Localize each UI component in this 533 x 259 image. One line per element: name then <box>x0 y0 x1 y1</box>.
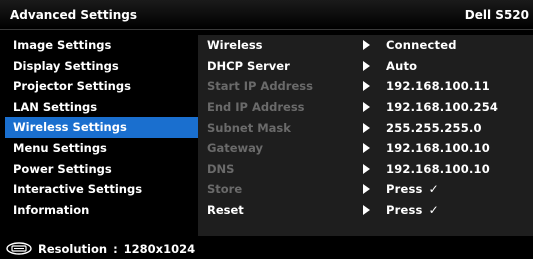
setting-row-wireless[interactable]: Wireless Connected <box>198 35 533 56</box>
setting-label: Reset <box>207 203 244 218</box>
setting-value: 192.168.100.10 <box>386 161 490 176</box>
arrow-right-icon <box>363 60 370 71</box>
resolution-separator: : <box>113 241 118 256</box>
setting-value: 192.168.100.254 <box>386 100 499 115</box>
menu-item-menu-settings[interactable]: Menu Settings <box>5 138 198 159</box>
resolution-label: Resolution <box>38 241 108 256</box>
setting-row-end-ip-address: End IP Address 192.168.100.254 <box>198 97 533 118</box>
setting-row-dns: DNS 192.168.100.10 <box>198 159 533 180</box>
menu-item-interactive-settings[interactable]: Interactive Settings <box>5 179 198 200</box>
arrow-right-icon <box>363 184 370 195</box>
setting-value: Press <box>386 203 423 218</box>
arrow-right-icon <box>363 163 370 174</box>
resolution-value: 1280x1024 <box>123 241 196 256</box>
wireless-settings-panel: Wireless Connected DHCP Server Auto Star… <box>198 35 533 236</box>
setting-value: Connected <box>386 38 457 53</box>
setting-value: 192.168.100.11 <box>386 79 490 94</box>
setting-label: DHCP Server <box>207 58 290 73</box>
arrow-right-icon <box>363 40 370 51</box>
arrow-right-icon <box>363 102 370 113</box>
setting-label: Subnet Mask <box>207 120 291 135</box>
setting-row-start-ip-address: Start IP Address 192.168.100.11 <box>198 76 533 97</box>
input-source-icon <box>6 242 32 255</box>
setting-row-reset[interactable]: Reset Press ✓ <box>198 200 533 221</box>
arrow-right-icon <box>363 143 370 154</box>
checkmark-icon: ✓ <box>428 182 439 197</box>
menu-item-projector-settings[interactable]: Projector Settings <box>5 76 198 97</box>
setting-row-dhcp-server[interactable]: DHCP Server Auto <box>198 56 533 77</box>
status-bar: Resolution : 1280x1024 <box>0 238 533 259</box>
menu-item-image-settings[interactable]: Image Settings <box>5 35 198 56</box>
model-name: Dell S520 <box>464 7 529 22</box>
menu-item-power-settings[interactable]: Power Settings <box>5 159 198 180</box>
setting-label: Start IP Address <box>207 79 313 94</box>
menu-item-lan-settings[interactable]: LAN Settings <box>5 97 198 118</box>
menu-item-display-settings[interactable]: Display Settings <box>5 56 198 77</box>
setting-row-subnet-mask: Subnet Mask 255.255.255.0 <box>198 117 533 138</box>
setting-label: DNS <box>207 161 235 176</box>
setting-value: 255.255.255.0 <box>386 120 482 135</box>
menu-item-wireless-settings[interactable]: Wireless Settings <box>5 117 198 138</box>
setting-row-store: Store Press ✓ <box>198 179 533 200</box>
arrow-right-icon <box>363 81 370 92</box>
checkmark-icon: ✓ <box>428 203 439 218</box>
setting-label: Wireless <box>207 38 263 53</box>
setting-value: 192.168.100.10 <box>386 141 490 156</box>
setting-label: Gateway <box>207 141 264 156</box>
osd-menu: Advanced Settings Dell S520 Image Settin… <box>0 0 533 259</box>
settings-menu: Image Settings Display Settings Projecto… <box>5 35 198 235</box>
menu-item-information[interactable]: Information <box>5 200 198 221</box>
setting-row-gateway: Gateway 192.168.100.10 <box>198 138 533 159</box>
arrow-right-icon <box>363 122 370 133</box>
setting-value: Press <box>386 182 423 197</box>
menu-title: Advanced Settings <box>10 7 138 22</box>
setting-value: Auto <box>386 58 418 73</box>
title-bar: Advanced Settings Dell S520 <box>0 0 533 30</box>
setting-label: End IP Address <box>207 100 305 115</box>
arrow-right-icon <box>363 205 370 216</box>
setting-label: Store <box>207 182 243 197</box>
